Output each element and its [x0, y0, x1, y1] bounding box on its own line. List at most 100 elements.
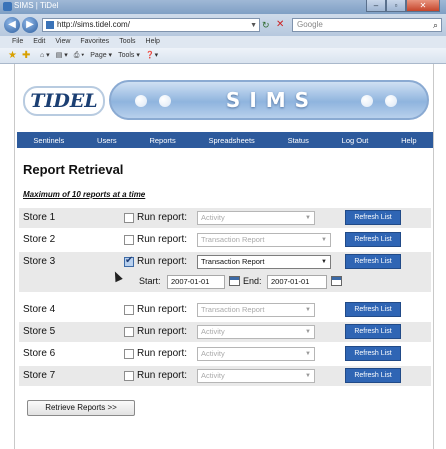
search-input[interactable]: Google ⌕ — [292, 18, 442, 32]
tools-menu[interactable]: Tools ▾ — [118, 48, 140, 64]
title-bar: SIMS | TiDel – ▫ ✕ — [0, 0, 446, 14]
search-placeholder: Google — [297, 20, 323, 29]
run-report-checkbox[interactable] — [124, 371, 134, 381]
refresh-list-button[interactable]: Refresh List — [345, 232, 401, 247]
nav-reports[interactable]: Reports — [149, 136, 175, 145]
run-report-checkbox[interactable] — [124, 305, 134, 315]
store-name: Store 7 — [23, 370, 56, 381]
nav-users[interactable]: Users — [97, 136, 117, 145]
run-report-label: Run report: — [137, 370, 188, 381]
menu-file[interactable]: File — [12, 36, 23, 48]
chevron-down-icon: ▼ — [305, 351, 311, 357]
decor-dot — [385, 95, 397, 107]
command-bar: ★ ✚ ⌂ ▾ ▤ ▾ ⎙ ▾ Page ▾ Tools ▾ ❓▾ — [0, 48, 446, 64]
select-value: Transaction Report — [201, 305, 265, 314]
select-value: Activity — [201, 349, 225, 358]
refresh-list-button[interactable]: Refresh List — [345, 324, 401, 339]
menu-view[interactable]: View — [55, 36, 70, 48]
report-type-select[interactable]: Activity ▼ — [197, 369, 315, 383]
run-report-label: Run report: — [137, 212, 188, 223]
window-controls: – ▫ ✕ — [366, 0, 440, 13]
calendar-icon[interactable] — [229, 276, 240, 286]
sims-header-bar: SIMS — [109, 80, 429, 120]
report-type-select[interactable]: Transaction Report ▼ — [197, 255, 331, 269]
start-date-input[interactable]: 2007-01-01 — [167, 275, 225, 289]
nav-help[interactable]: Help — [401, 136, 416, 145]
main-nav: Sentinels Users Reports Spreadsheets Sta… — [17, 132, 433, 148]
chevron-down-icon: ▼ — [305, 373, 311, 379]
nav-sentinels[interactable]: Sentinels — [33, 136, 64, 145]
store-row: Store 6 Run report: Activity ▼ Refresh L… — [19, 344, 431, 364]
store-row: Store 3 Run report: Transaction Report ▼… — [19, 252, 431, 272]
nav-status[interactable]: Status — [288, 136, 309, 145]
decor-dot — [361, 95, 373, 107]
run-report-checkbox[interactable] — [124, 213, 134, 223]
app-name: SIMS — [225, 88, 319, 112]
help-menu[interactable]: ❓▾ — [146, 48, 158, 64]
run-report-checkbox[interactable] — [124, 255, 134, 267]
report-type-select[interactable]: Activity ▼ — [197, 325, 315, 339]
run-report-label: Run report: — [137, 326, 188, 337]
store-row: Store 5 Run report: Activity ▼ Refresh L… — [19, 322, 431, 342]
run-report-checkbox[interactable] — [124, 235, 134, 245]
close-button[interactable]: ✕ — [406, 0, 440, 12]
sims-banner: TIDEL SIMS — [17, 74, 433, 124]
store-row: Store 1 Run report: Activity ▼ Refresh L… — [19, 208, 431, 228]
refresh-icon[interactable]: ↻ — [262, 18, 274, 32]
print-icon[interactable]: ⎙ ▾ — [74, 48, 85, 64]
report-type-select[interactable]: Transaction Report ▼ — [197, 233, 331, 247]
run-report-label: Run report: — [137, 256, 188, 267]
run-report-label: Run report: — [137, 234, 188, 245]
store-name: Store 3 — [23, 256, 56, 267]
nav-logout[interactable]: Log Out — [342, 136, 369, 145]
calendar-icon[interactable] — [331, 276, 342, 286]
refresh-list-button[interactable]: Refresh List — [345, 254, 401, 269]
store-name: Store 4 — [23, 304, 56, 315]
report-type-select[interactable]: Activity ▼ — [197, 211, 315, 225]
menu-help[interactable]: Help — [146, 36, 160, 48]
stop-icon[interactable]: ✕ — [276, 18, 288, 32]
home-icon[interactable]: ⌂ ▾ — [40, 48, 50, 64]
refresh-list-button[interactable]: Refresh List — [345, 302, 401, 317]
search-icon[interactable]: ⌕ — [433, 19, 438, 31]
refresh-list-button[interactable]: Refresh List — [345, 346, 401, 361]
favorites-star-icon[interactable]: ★ — [8, 50, 17, 62]
command-buttons: ⌂ ▾ ▤ ▾ ⎙ ▾ Page ▾ Tools ▾ ❓▾ — [40, 48, 158, 64]
run-report-label: Run report: — [137, 304, 188, 315]
maximize-button[interactable]: ▫ — [386, 0, 406, 12]
nav-spreadsheets[interactable]: Spreadsheets — [209, 136, 255, 145]
run-report-checkbox[interactable] — [124, 327, 134, 337]
refresh-list-button[interactable]: Refresh List — [345, 210, 401, 225]
report-type-select[interactable]: Activity ▼ — [197, 347, 315, 361]
store-row: Store 4 Run report: Transaction Report ▼… — [19, 300, 431, 320]
report-type-select[interactable]: Transaction Report ▼ — [197, 303, 315, 317]
retrieve-reports-button[interactable]: Retrieve Reports >> — [27, 400, 135, 416]
minimize-button[interactable]: – — [366, 0, 386, 12]
refresh-list-button[interactable]: Refresh List — [345, 368, 401, 383]
dropdown-arrow-icon[interactable]: ▼ — [250, 20, 257, 32]
select-value: Activity — [201, 213, 225, 222]
select-value: Activity — [201, 327, 225, 336]
run-report-checkbox[interactable] — [124, 349, 134, 359]
store-name: Store 2 — [23, 234, 56, 245]
favicon-icon — [46, 21, 54, 29]
feeds-icon[interactable]: ▤ ▾ — [56, 48, 68, 64]
max-reports-note: Maximum of 10 reports at a time — [23, 190, 146, 199]
back-button[interactable]: ◀ — [4, 17, 20, 33]
store-name: Store 6 — [23, 348, 56, 359]
page-menu[interactable]: Page ▾ — [90, 48, 112, 64]
forward-button[interactable]: ▶ — [22, 17, 38, 33]
menu-edit[interactable]: Edit — [33, 36, 45, 48]
url-text: http://sims.tidel.com/ — [57, 20, 130, 29]
url-input[interactable]: http://sims.tidel.com/ ▼ — [42, 18, 260, 32]
end-date-input[interactable]: 2007-01-01 — [267, 275, 327, 289]
menu-bar: File Edit View Favorites Tools Help — [0, 36, 446, 48]
menu-tools[interactable]: Tools — [119, 36, 135, 48]
menu-favorites[interactable]: Favorites — [80, 36, 109, 48]
chevron-down-icon: ▼ — [321, 237, 327, 243]
chevron-down-icon: ▼ — [305, 329, 311, 335]
start-label: Start: — [139, 276, 161, 286]
add-favorite-icon[interactable]: ✚ — [22, 50, 30, 62]
chevron-down-icon: ▼ — [321, 259, 327, 265]
address-bar: ◀ ▶ http://sims.tidel.com/ ▼ ↻ ✕ Google … — [0, 14, 446, 36]
